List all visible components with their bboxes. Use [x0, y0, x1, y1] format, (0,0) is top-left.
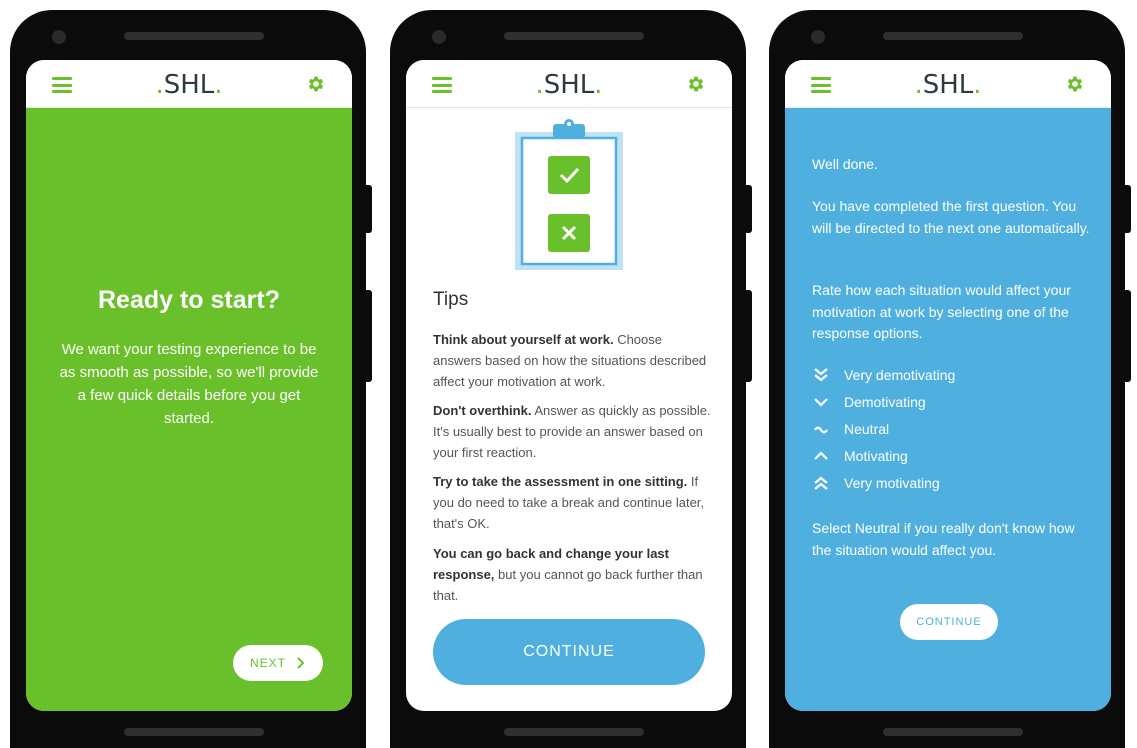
- volume-button: [746, 185, 752, 233]
- neutral-hint: Select Neutral if you really don't know …: [812, 520, 1075, 558]
- top-bar: .SHL.: [785, 60, 1111, 108]
- chevron-right-icon: [297, 657, 305, 669]
- camera-icon: [811, 30, 825, 44]
- continue-button[interactable]: CONTINUE: [433, 619, 705, 685]
- speaker-grille: [883, 32, 1023, 40]
- speaker-grille: [504, 32, 644, 40]
- response-option: Demotivating: [812, 392, 926, 412]
- screen-tips: .SHL. Tips Think about yourself at work.…: [406, 60, 732, 711]
- well-done-text: Well done.: [812, 156, 878, 172]
- power-button: [746, 290, 752, 382]
- camera-icon: [52, 30, 66, 44]
- double-chevron-down-icon: [814, 368, 828, 382]
- instructions-panel: Well done. You have completed the first …: [785, 108, 1111, 711]
- settings-gear-icon[interactable]: [686, 74, 706, 94]
- home-indicator: [504, 728, 644, 736]
- completion-text: You have completed the first question. Y…: [812, 198, 1090, 236]
- tip-paragraph: Try to take the assessment in one sittin…: [433, 474, 705, 531]
- response-option: Motivating: [812, 446, 908, 466]
- shl-logo: .SHL.: [155, 70, 223, 100]
- volume-button: [1125, 185, 1131, 233]
- home-indicator: [124, 728, 264, 736]
- phone-frame-tips: .SHL. Tips Think about yourself at work.…: [390, 10, 752, 748]
- screen-instructions: .SHL. Well done. You have completed the …: [785, 60, 1111, 711]
- tip-paragraph: You can go back and change your last res…: [433, 546, 703, 603]
- chevron-down-icon: [814, 398, 828, 407]
- screen-ready: .SHL. Ready to start? We want your testi…: [26, 60, 352, 711]
- home-indicator: [883, 728, 1023, 736]
- response-option: Very motivating: [812, 473, 940, 493]
- next-button[interactable]: NEXT: [233, 645, 323, 681]
- shl-logo: .SHL.: [535, 70, 603, 100]
- top-bar: .SHL.: [406, 60, 732, 108]
- ready-panel: Ready to start? We want your testing exp…: [26, 108, 352, 711]
- response-option: Neutral: [812, 419, 889, 439]
- chevron-up-icon: [814, 451, 828, 460]
- speaker-grille: [124, 32, 264, 40]
- tip-paragraph: Think about yourself at work. Choose ans…: [433, 332, 707, 389]
- rating-instructions: Rate how each situation would affect you…: [812, 282, 1071, 341]
- phone-frame-instructions: .SHL. Well done. You have completed the …: [769, 10, 1131, 748]
- response-option: Very demotivating: [812, 365, 955, 385]
- settings-gear-icon[interactable]: [306, 74, 326, 94]
- power-button: [1125, 290, 1131, 382]
- continue-button[interactable]: CONTINUE: [900, 604, 998, 640]
- settings-gear-icon[interactable]: [1065, 74, 1085, 94]
- tip-paragraph: Don't overthink. Answer as quickly as po…: [433, 403, 711, 460]
- volume-button: [366, 185, 372, 233]
- shl-logo: .SHL.: [914, 70, 982, 100]
- double-chevron-up-icon: [814, 476, 828, 490]
- clipboard-icon: [515, 119, 623, 270]
- top-bar: .SHL.: [26, 60, 352, 108]
- tilde-icon: [814, 426, 828, 434]
- tips-panel: Tips Think about yourself at work. Choos…: [406, 108, 732, 711]
- ready-description: We want your testing experience to be as…: [59, 341, 319, 427]
- power-button: [366, 290, 372, 382]
- next-label: NEXT: [249, 656, 286, 670]
- ready-title: Ready to start?: [98, 286, 280, 314]
- tips-heading: Tips: [433, 289, 469, 310]
- camera-icon: [432, 30, 446, 44]
- phone-frame-ready: .SHL. Ready to start? We want your testi…: [10, 10, 372, 748]
